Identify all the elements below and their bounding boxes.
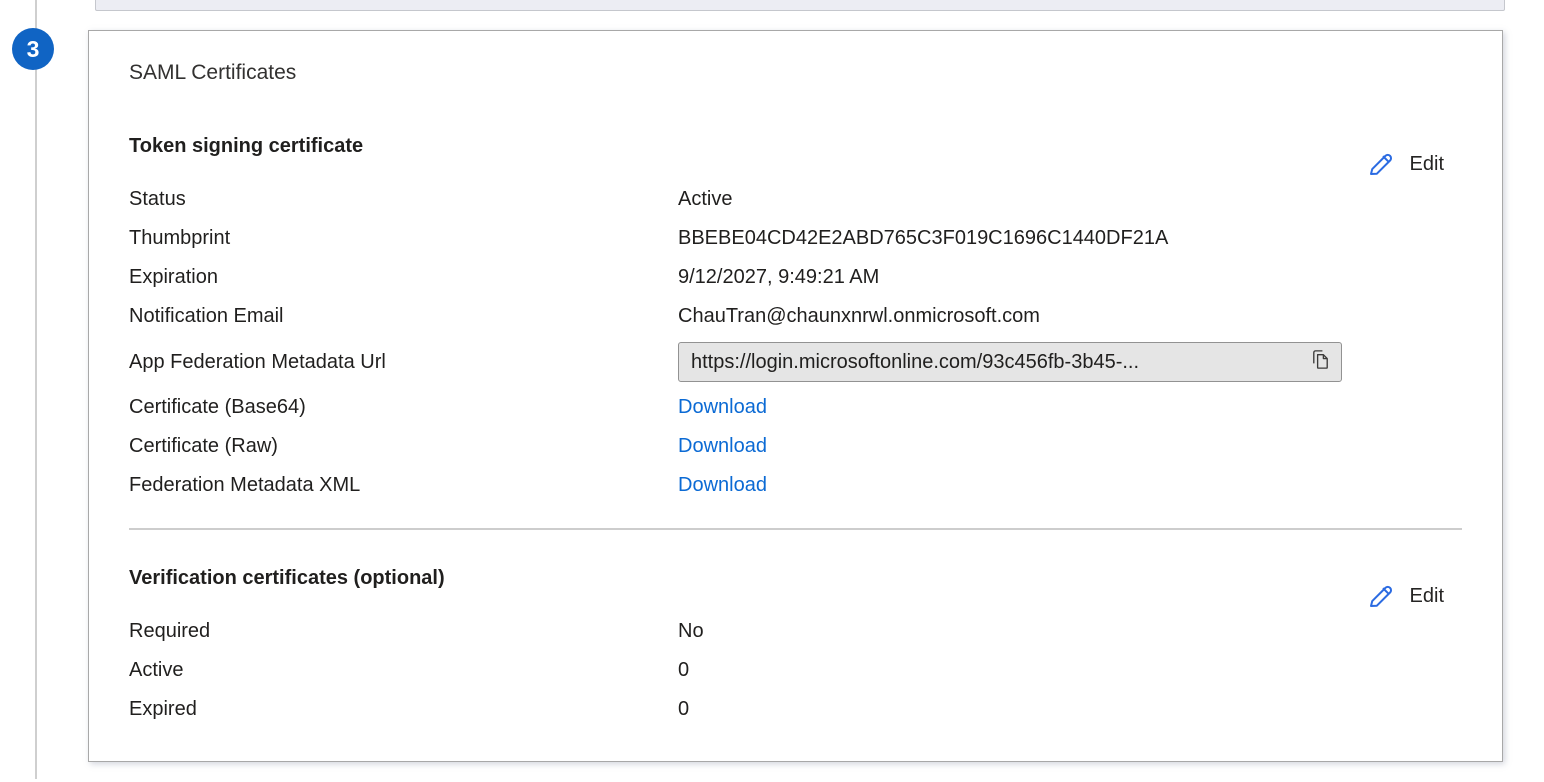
edit-button-label: Edit: [1410, 153, 1444, 176]
notification-email-value: ChauTran@chaunxnrwl.onmicrosoft.com: [678, 305, 1040, 328]
token-signing-certificate-header: Token signing certificate Edit: [129, 135, 1462, 158]
row-notification-email: Notification Email ChauTran@chaunxnrwl.o…: [129, 297, 1462, 336]
row-label: Federation Metadata XML: [129, 474, 678, 497]
row-label: Status: [129, 188, 678, 211]
card-title: SAML Certificates: [129, 59, 1462, 87]
row-expired-count: Expired 0: [129, 690, 1462, 729]
expired-count-value: 0: [678, 698, 689, 721]
page: 3 SAML Certificates Token signing certif…: [0, 0, 1544, 782]
edit-token-signing-button[interactable]: Edit: [1366, 149, 1444, 179]
row-label: Thumbprint: [129, 227, 678, 250]
download-federation-metadata-xml-link[interactable]: Download: [678, 474, 767, 497]
row-label: Certificate (Raw): [129, 435, 678, 458]
row-thumbprint: Thumbprint BBEBE04CD42E2ABD765C3F019C169…: [129, 219, 1462, 258]
required-value: No: [678, 620, 704, 643]
pencil-icon: [1366, 581, 1396, 611]
stepper-line: [35, 0, 37, 779]
metadata-url-field[interactable]: https://login.microsoftonline.com/93c456…: [678, 342, 1342, 382]
row-label: Active: [129, 659, 678, 682]
verification-rows: Required No Active 0 Expired 0: [129, 612, 1462, 729]
row-expiration: Expiration 9/12/2027, 9:49:21 AM: [129, 258, 1462, 297]
row-certificate-base64: Certificate (Base64) Download: [129, 388, 1462, 427]
row-label: App Federation Metadata Url: [129, 351, 678, 374]
metadata-url-value: https://login.microsoftonline.com/93c456…: [691, 351, 1139, 374]
section-heading: Verification certificates (optional): [129, 567, 1462, 590]
row-status: Status Active: [129, 180, 1462, 219]
row-active-count: Active 0: [129, 651, 1462, 690]
step-number: 3: [27, 36, 40, 63]
row-label: Notification Email: [129, 305, 678, 328]
row-federation-metadata-xml: Federation Metadata XML Download: [129, 466, 1462, 505]
download-certificate-base64-link[interactable]: Download: [678, 396, 767, 419]
download-certificate-raw-link[interactable]: Download: [678, 435, 767, 458]
row-label: Certificate (Base64): [129, 396, 678, 419]
verification-certificates-header: Verification certificates (optional) Edi…: [129, 567, 1462, 590]
edit-button-label: Edit: [1410, 585, 1444, 608]
row-app-federation-metadata-url: App Federation Metadata Url https://logi…: [129, 336, 1462, 388]
thumbprint-value: BBEBE04CD42E2ABD765C3F019C1696C1440DF21A: [678, 227, 1168, 250]
row-label: Expiration: [129, 266, 678, 289]
section-heading: Token signing certificate: [129, 135, 1462, 158]
step-3-badge: 3: [12, 28, 54, 70]
status-value: Active: [678, 188, 732, 211]
pencil-icon: [1366, 149, 1396, 179]
row-label: Required: [129, 620, 678, 643]
row-certificate-raw: Certificate (Raw) Download: [129, 427, 1462, 466]
row-label: Expired: [129, 698, 678, 721]
section-divider: [129, 528, 1462, 530]
edit-verification-certificates-button[interactable]: Edit: [1366, 581, 1444, 611]
active-count-value: 0: [678, 659, 689, 682]
row-required: Required No: [129, 612, 1462, 651]
previous-card-remnant: [95, 0, 1505, 11]
copy-icon[interactable]: [1309, 348, 1332, 377]
saml-certificates-card: SAML Certificates Token signing certific…: [88, 30, 1503, 762]
expiration-value: 9/12/2027, 9:49:21 AM: [678, 266, 879, 289]
token-signing-rows: Status Active Thumbprint BBEBE04CD42E2AB…: [129, 180, 1462, 505]
